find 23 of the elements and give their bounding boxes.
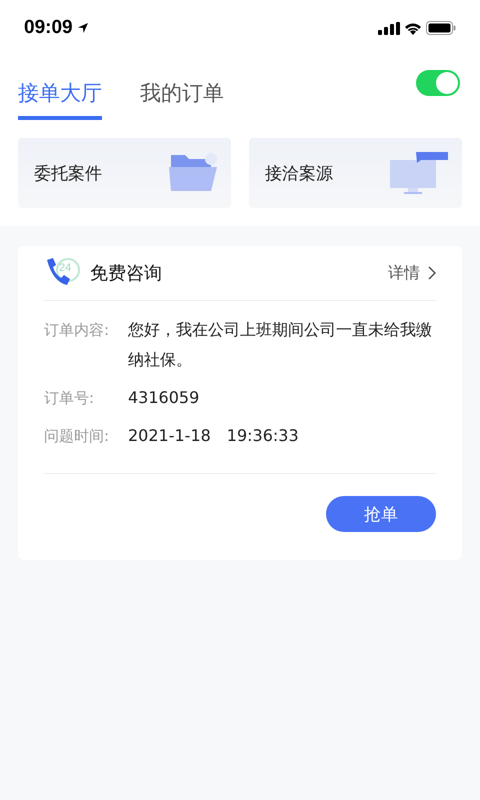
field-label: 订单内容:: [44, 320, 110, 341]
details-link[interactable]: 详情: [388, 262, 420, 284]
battery-icon: [426, 21, 456, 35]
shortcut-card[interactable]: 委托案件: [18, 138, 231, 208]
shortcut-label: 委托案件: [34, 162, 102, 184]
location-arrow-icon: [76, 22, 89, 34]
shortcut-card[interactable]: 接洽案源: [249, 138, 462, 208]
field-label: 问题时间:: [44, 426, 110, 447]
field-value: 2021-1-18 19:36:33: [128, 425, 299, 447]
monitor-icon: [388, 150, 450, 196]
field-value: 您好，我在公司上班期间公司一直未给我缴纳社保。: [128, 319, 433, 371]
chevron-right-icon[interactable]: [428, 266, 436, 280]
status-time: 09:09: [24, 17, 73, 39]
grab-order-button[interactable]: 抢单: [326, 496, 436, 532]
shortcut-label: 接洽案源: [265, 162, 333, 184]
signal-icon: [378, 22, 400, 34]
wifi-icon: [404, 22, 422, 34]
tab[interactable]: 我的订单: [140, 56, 224, 120]
field-value: 4316059: [128, 387, 200, 409]
tab[interactable]: 接单大厅: [18, 56, 102, 120]
card-title: 免费咨询: [90, 262, 162, 285]
toggle-switch[interactable]: [416, 70, 460, 96]
field-label: 订单号:: [44, 388, 96, 409]
